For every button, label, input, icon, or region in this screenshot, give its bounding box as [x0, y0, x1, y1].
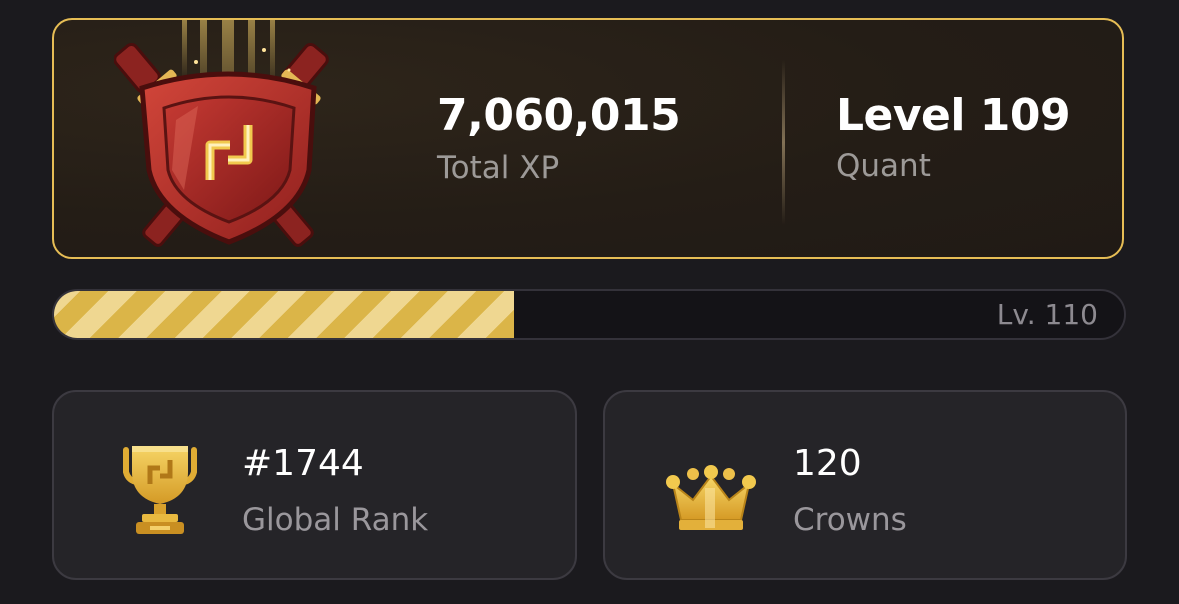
card-divider [782, 60, 785, 225]
progress-fill [54, 291, 515, 338]
total-xp-label: Total XP [437, 150, 560, 186]
profile-stats-screen: 7,060,015 Total XP Level 109 Quant Lv. 1… [0, 0, 1179, 604]
level-progress-bar: Lv. 110 [52, 289, 1126, 340]
crowns-card[interactable]: 120 Crowns [603, 390, 1127, 580]
crowns-text: 120 Crowns [793, 442, 907, 540]
next-level-label: Lv. 110 [996, 298, 1098, 331]
level-value: Level 109 [836, 90, 1071, 141]
level-block: Level 109 Quant [836, 90, 1071, 186]
global-rank-value: #1744 [242, 443, 364, 484]
total-xp-block: 7,060,015 Total XP [437, 90, 681, 188]
shield-badge-icon [114, 20, 329, 247]
crowns-value: 120 [793, 443, 862, 484]
trophy-icon [123, 446, 197, 534]
level-title: Quant [836, 148, 931, 184]
global-rank-label: Global Rank [242, 502, 429, 538]
total-xp-value: 7,060,015 [437, 90, 681, 141]
level-card: 7,060,015 Total XP Level 109 Quant [52, 18, 1124, 259]
global-rank-text: #1744 Global Rank [242, 442, 428, 540]
crowns-label: Crowns [793, 502, 907, 538]
crown-icon [666, 465, 756, 530]
global-rank-card[interactable]: #1744 Global Rank [52, 390, 577, 580]
